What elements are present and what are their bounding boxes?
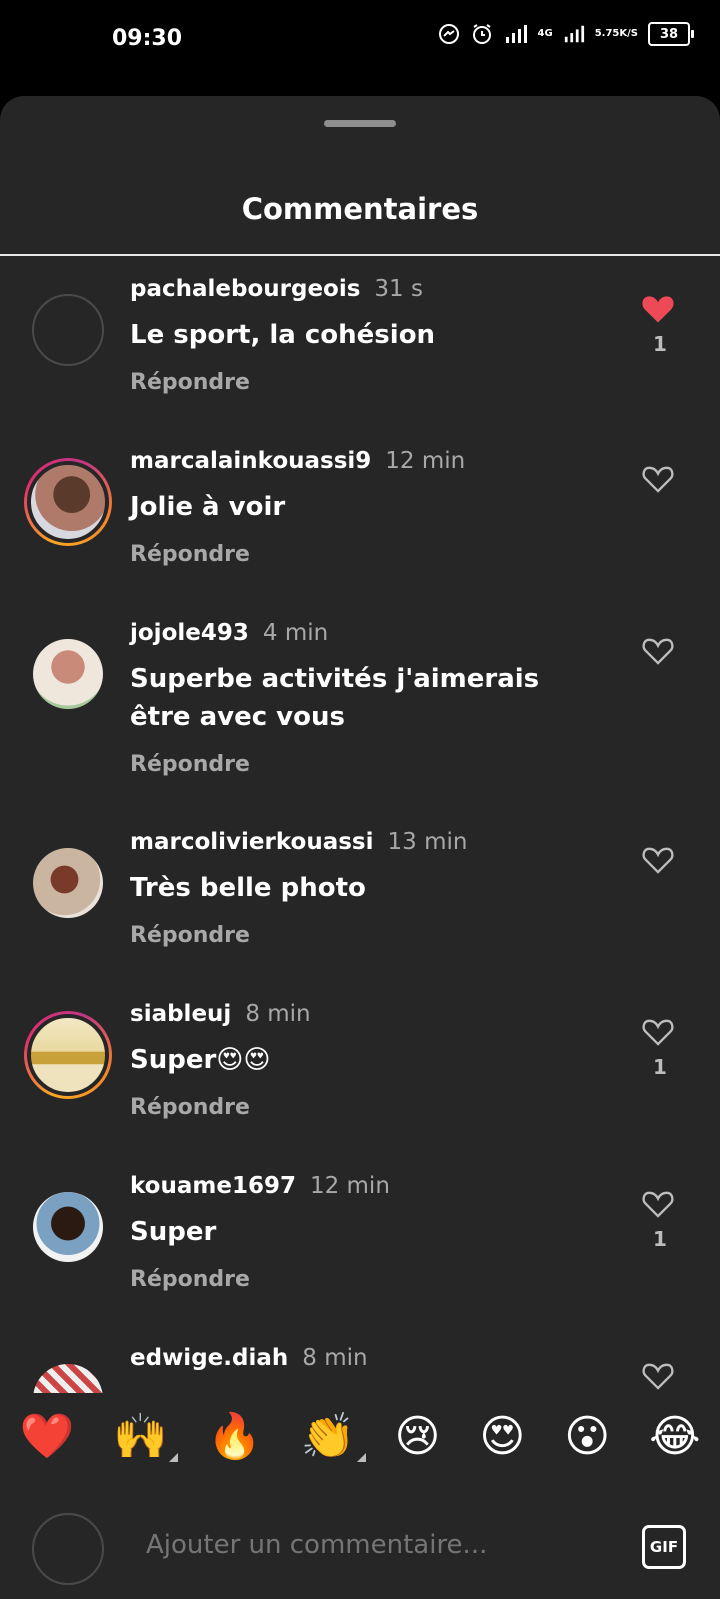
reply-button[interactable]: Répondre xyxy=(130,370,250,395)
heart-filled-icon[interactable] xyxy=(640,292,680,328)
current-user-avatar xyxy=(32,1513,104,1585)
reply-button[interactable]: Répondre xyxy=(130,1095,250,1120)
heart-outline-icon[interactable] xyxy=(640,462,680,498)
comment-header: edwige.diah 8 min xyxy=(130,1345,368,1371)
comment-username[interactable]: kouame1697 xyxy=(130,1173,296,1199)
heart-outline-icon[interactable] xyxy=(640,1015,680,1051)
comment-username[interactable]: jojole493 xyxy=(130,620,249,646)
avatar-image xyxy=(33,1192,103,1262)
emoji-tears-of-joy[interactable]: 😂 xyxy=(649,1411,700,1462)
avatar[interactable] xyxy=(24,630,112,718)
reply-button[interactable]: Répondre xyxy=(130,542,250,567)
comment-header: siableuj 8 min xyxy=(130,1001,311,1027)
gif-button[interactable]: GIF xyxy=(642,1525,686,1569)
emoji-bar: ❤️ 🙌 🔥 👏 😢 😍 😮 😂 xyxy=(0,1393,720,1479)
reply-button[interactable]: Répondre xyxy=(130,752,250,777)
network-type: 4G xyxy=(537,28,553,39)
comment-time: 12 min xyxy=(309,1173,390,1199)
avatar[interactable] xyxy=(24,286,112,374)
avatar-image xyxy=(27,1014,109,1096)
comment-username[interactable]: marcolivierkouassi xyxy=(130,829,374,855)
comment-header: marcolivierkouassi 13 min xyxy=(130,829,467,855)
comment-text: Le sport, la cohésion xyxy=(130,320,436,350)
comment-time: 31 s xyxy=(374,276,423,302)
signal-icon xyxy=(504,23,528,45)
battery-level: 38 xyxy=(659,26,679,42)
emoji-fire[interactable]: 🔥 xyxy=(207,1410,262,1462)
comment-input[interactable] xyxy=(144,1529,608,1561)
heart-outline-icon[interactable] xyxy=(640,634,680,670)
emoji-red-heart[interactable]: ❤️ xyxy=(19,1410,74,1462)
emoji-raising-hands-glyph: 🙌 xyxy=(113,1411,169,1462)
emoji-clapping-hands[interactable]: 👏 xyxy=(300,1410,366,1462)
comment-item: kouame1697 12 min Super Répondre 1 xyxy=(0,1153,720,1325)
comment-time: 4 min xyxy=(262,620,329,646)
avatar[interactable] xyxy=(24,1011,112,1099)
comment-item: jojole493 4 min Superbe activités j'aime… xyxy=(0,600,720,809)
emoji-clapping-hands-glyph: 👏 xyxy=(300,1411,356,1462)
reply-button[interactable]: Répondre xyxy=(130,1267,250,1292)
alarm-icon xyxy=(470,22,494,46)
comment-text: Superbe activités j'aimerais être avec v… xyxy=(130,664,540,732)
avatar[interactable] xyxy=(24,839,112,927)
comment-text: Très belle photo xyxy=(130,873,366,903)
skin-tone-indicator-icon xyxy=(356,1453,366,1462)
emoji-raising-hands[interactable]: 🙌 xyxy=(113,1410,179,1462)
avatar-image xyxy=(32,294,104,366)
sheet-title: Commentaires xyxy=(241,192,479,226)
status-bar: 09:30 4G 5.75 K/S 38 xyxy=(0,0,720,96)
comment-text: Jolie à voir xyxy=(130,492,286,522)
comment-item: siableuj 8 min Super😍😍 Répondre 1 xyxy=(0,981,720,1153)
comment-time: 8 min xyxy=(245,1001,311,1027)
emoji-crying-face[interactable]: 😢 xyxy=(395,1411,441,1462)
signal-icon-2 xyxy=(563,23,585,45)
like-count: 1 xyxy=(653,332,667,356)
comment-text: Super😍😍 xyxy=(130,1045,271,1075)
status-icons: 4G 5.75 K/S 38 xyxy=(438,22,694,46)
heart-outline-icon[interactable] xyxy=(640,1187,680,1223)
comment-header: jojole493 4 min xyxy=(130,620,328,646)
comment-composer: GIF xyxy=(0,1479,720,1599)
comment-item: pachalebourgeois 31 s Le sport, la cohés… xyxy=(0,256,720,428)
comment-username[interactable]: edwige.diah xyxy=(130,1345,288,1371)
network-speed: 5.75 K/S xyxy=(595,29,638,39)
skin-tone-indicator-icon xyxy=(169,1453,179,1462)
comment-username[interactable]: pachalebourgeois xyxy=(130,276,360,302)
like-count: 1 xyxy=(653,1227,667,1251)
drag-handle[interactable] xyxy=(324,120,396,127)
comment-username[interactable]: marcalainkouassi9 xyxy=(130,448,371,474)
emoji-surprised-face[interactable]: 😮 xyxy=(564,1411,610,1462)
comment-username[interactable]: siableuj xyxy=(130,1001,231,1027)
status-time: 09:30 xyxy=(112,26,183,51)
comment-time: 12 min xyxy=(385,448,466,474)
avatar-image xyxy=(27,461,109,543)
emoji-heart-eyes[interactable]: 😍 xyxy=(479,1411,525,1462)
avatar-image xyxy=(33,848,103,918)
avatar[interactable] xyxy=(24,458,112,546)
comments-list[interactable]: pachalebourgeois 31 s Le sport, la cohés… xyxy=(0,256,720,1489)
comment-text: Super xyxy=(130,1217,217,1247)
comment-item: marcalainkouassi9 12 min Jolie à voir Ré… xyxy=(0,428,720,600)
reply-button[interactable]: Répondre xyxy=(130,923,250,948)
battery-icon: 38 xyxy=(648,22,694,46)
speed-value: 5.75 xyxy=(594,28,620,39)
comment-time: 8 min xyxy=(302,1345,368,1371)
comments-sheet: Commentaires pachalebourgeois 31 s Le sp… xyxy=(0,96,720,1599)
comment-header: kouame1697 12 min xyxy=(130,1173,390,1199)
comment-time: 13 min xyxy=(387,829,468,855)
comment-header: pachalebourgeois 31 s xyxy=(130,276,423,302)
heart-outline-icon[interactable] xyxy=(640,1359,680,1395)
comment-header: marcalainkouassi9 12 min xyxy=(130,448,465,474)
comment-item: marcolivierkouassi 13 min Très belle pho… xyxy=(0,809,720,981)
heart-outline-icon[interactable] xyxy=(640,843,680,879)
avatar-image xyxy=(33,639,103,709)
like-count: 1 xyxy=(653,1055,667,1079)
messenger-icon xyxy=(438,23,460,45)
speed-unit: K/S xyxy=(619,28,638,39)
avatar[interactable] xyxy=(24,1183,112,1271)
